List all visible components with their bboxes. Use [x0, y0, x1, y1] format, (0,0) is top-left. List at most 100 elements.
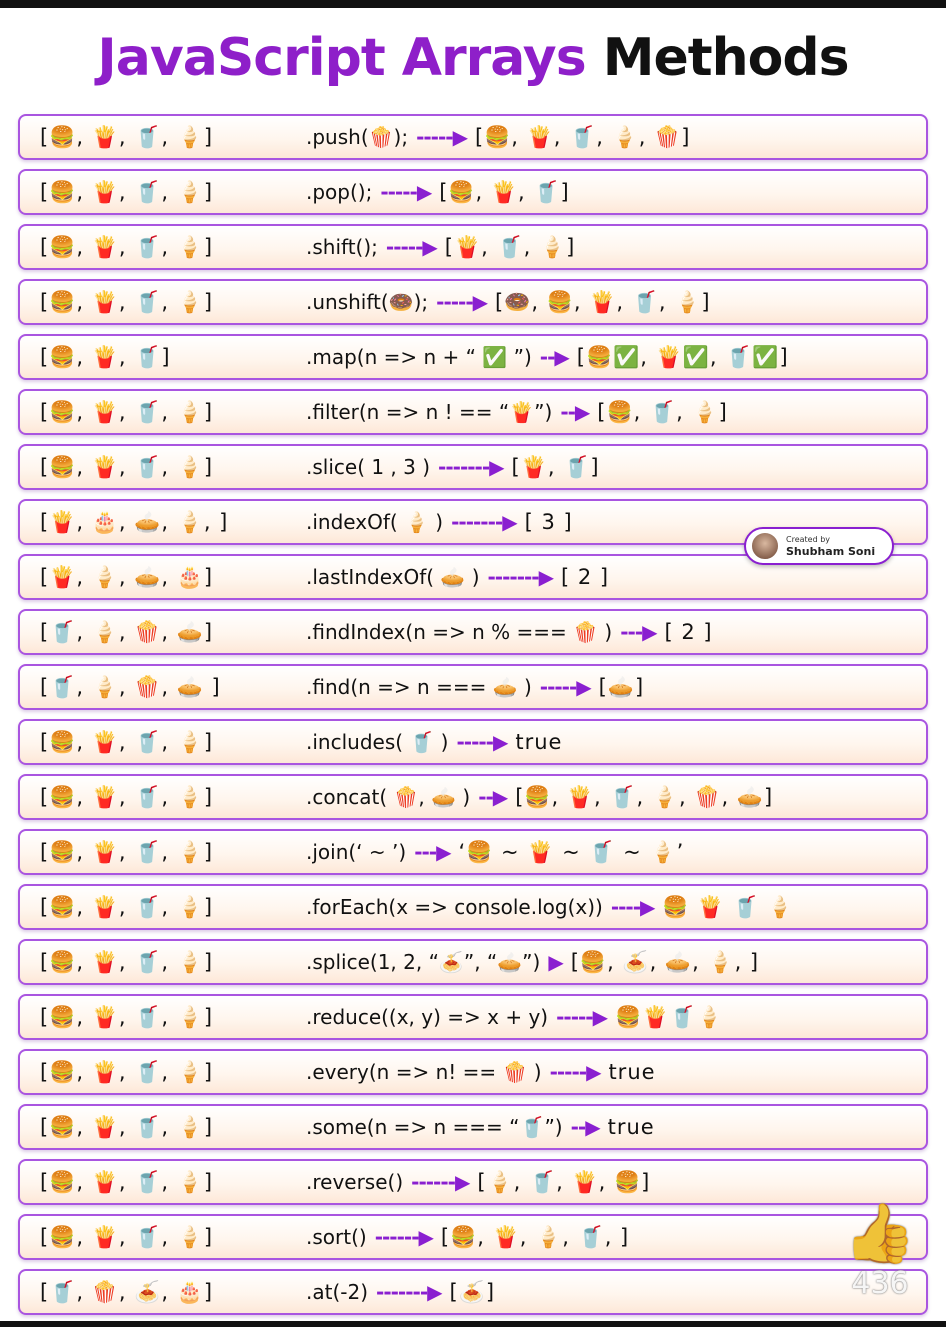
method-call: .reverse() — [306, 1169, 404, 1194]
input-array: [🍔, 🍟, 🥤, 🍦] — [40, 399, 214, 424]
input-array: [🍔, 🍟, 🥤, 🍦] — [40, 894, 214, 919]
input-array: [🥤, 🍿, 🍝, 🎂] — [40, 1279, 214, 1304]
output-result: true — [515, 730, 563, 754]
arrow-icon: ------▶ — [411, 1169, 470, 1194]
arrow-icon: ---▶ — [620, 620, 657, 644]
arrow-icon: -----▶ — [456, 730, 508, 754]
method-row: [🍔, 🍟, 🥤, 🍦] .reverse() ------▶ [🍦, 🥤, 🍟, 🍔… — [18, 1159, 928, 1205]
output-result: [🍔, 🍝, 🥧, 🍦, ] — [570, 949, 760, 974]
method-row: [🍔, 🍟, 🥤, 🍦] .filter(n => n ! == “🍟”) --▶ [… — [18, 389, 928, 435]
method-expression: .findIndex(n => n % === 🍿 ) ---▶ [ 2 ] — [306, 620, 713, 644]
method-expression: .sort() ------▶ [🍔, 🍟, 🍦, 🥤, ] — [306, 1225, 629, 1250]
output-result: [🍩, 🍔, 🍟, 🥤, 🍦] — [495, 289, 711, 314]
method-expression: .shift(); -----▶ [🍟, 🥤, 🍦] — [306, 235, 575, 260]
bottom-border — [0, 1321, 946, 1327]
input-array: [🍔, 🍟, 🥤, 🍦] — [40, 234, 214, 259]
method-row: [🍔, 🍟, 🥤, 🍦] .slice( 1 , 3 ) -------▶ [🍟, 🥤… — [18, 444, 928, 490]
arrow-icon: -----▶ — [436, 289, 488, 314]
arrow-icon: -----▶ — [556, 1004, 608, 1029]
method-row: [🍔, 🍟, 🥤, 🍦] .some(n => n === “🥤”) --▶ true — [18, 1104, 928, 1150]
arrow-icon: -------▶ — [487, 565, 554, 589]
input-array: [🍔, 🍟, 🥤, 🍦] — [40, 839, 214, 864]
output-result: [ 2 ] — [664, 620, 713, 644]
method-expression: .indexOf( 🍦 ) -------▶ [ 3 ] — [306, 510, 573, 534]
input-array: [🍔, 🍟, 🥤, 🍦] — [40, 949, 214, 974]
method-row: [🍔, 🍟, 🥤, 🍦] .shift(); -----▶ [🍟, 🥤, 🍦] — [18, 224, 928, 270]
method-row: [🍔, 🍟, 🥤, 🍦] .pop(); -----▶ [🍔, 🍟, 🥤] — [18, 169, 928, 215]
output-result: [🍟, 🥤] — [511, 454, 600, 479]
title-part-2: Methods — [602, 28, 850, 88]
arrow-icon: -------▶ — [376, 1279, 442, 1304]
method-expression: .includes( 🥤 ) -----▶ true — [306, 730, 562, 754]
method-call: .includes( 🥤 ) — [306, 730, 449, 754]
method-row: [🥤, 🍦, 🍿, 🥧 ] .find(n => n === 🥧 ) -----▶[… — [18, 664, 928, 710]
method-row: [🍔, 🍟, 🥤, 🍦] .includes( 🥤 ) -----▶ true — [18, 719, 928, 765]
method-expression: .lastIndexOf( 🥧 ) -------▶ [ 2 ] — [306, 565, 609, 589]
output-result: ‘🍔 ~ 🍟 ~ 🥤 ~ 🍦’ — [458, 839, 685, 864]
arrow-icon: --▶ — [570, 1115, 601, 1139]
method-call: .join(‘ ~ ’) — [306, 839, 407, 864]
input-array: [🍔, 🍟, 🥤, 🍦] — [40, 1224, 214, 1249]
method-expression: .unshift(🍩); -----▶ [🍩, 🍔, 🍟, 🥤, 🍦] — [306, 290, 711, 315]
method-expression: .push(🍿); -----▶ [🍔, 🍟, 🥤, 🍦, 🍿] — [306, 125, 691, 150]
method-call: .some(n => n === “🥤”) — [306, 1115, 563, 1139]
arrow-icon: -----▶ — [539, 674, 592, 699]
output-result: [🍔, 🍟, 🥤] — [439, 179, 570, 204]
arrow-icon: -------▶ — [451, 510, 517, 534]
arrow-icon: --▶ — [560, 399, 590, 424]
input-array: [🥤, 🍦, 🍿, 🥧] — [40, 619, 214, 644]
method-expression: .some(n => n === “🥤”) --▶ true — [306, 1115, 655, 1139]
method-call: .pop(); — [306, 179, 373, 204]
method-row: [🍔, 🍟, 🥤, 🍦] .join(‘ ~ ’) ---▶ ‘🍔 ~ 🍟 ~ 🥤 ~… — [18, 829, 928, 875]
method-call: .at(-2) — [306, 1279, 369, 1304]
input-array: [🍔, 🍟, 🥤, 🍦] — [40, 289, 214, 314]
method-row: [🍔, 🍟, 🥤, 🍦] .reduce((x, y) => x + y) ----… — [18, 994, 928, 1040]
output-result: [🍝] — [449, 1279, 496, 1304]
output-result: 🍔 🍟 🥤 🍦 — [662, 894, 795, 919]
creator-badge: Created by Shubham Soni — [744, 527, 894, 565]
method-call: .forEach(x => console.log(x)) — [306, 894, 603, 919]
input-array: [🍔, 🍟, 🥤, 🍦] — [40, 784, 214, 809]
arrow-icon: --▶ — [539, 344, 570, 369]
output-result: [ 2 ] — [561, 565, 610, 589]
method-row: [🥤, 🍿, 🍝, 🎂] .at(-2) -------▶ [🍝] — [18, 1269, 928, 1315]
arrow-icon: -----▶ — [549, 1060, 602, 1084]
arrow-icon: ---▶ — [414, 839, 451, 864]
method-row: [🥤, 🍦, 🍿, 🥧] .findIndex(n => n % === 🍿 ) -… — [18, 609, 928, 655]
method-expression: .slice( 1 , 3 ) -------▶ [🍟, 🥤] — [306, 455, 600, 480]
output-result: [🍔, 🍟, 🥤, 🍦, 🍿, 🥧] — [515, 784, 774, 809]
method-expression: .at(-2) -------▶ [🍝] — [306, 1280, 495, 1305]
method-expression: .map(n => n + “ ✅ ”) --▶ [🍔✅, 🍟✅, 🥤✅] — [306, 345, 789, 370]
method-row: [🍔, 🍟, 🥤, 🍦] .sort() ------▶ [🍔, 🍟, 🍦, 🥤, ] — [18, 1214, 928, 1260]
output-result: [ 3 ] — [524, 510, 573, 534]
title-part-1: JavaScript Arrays — [97, 28, 586, 88]
method-expression: .reduce((x, y) => x + y) -----▶ 🍔🍟🥤🍦 — [306, 1005, 724, 1030]
method-call: .concat( 🍿, 🥧 ) — [306, 784, 471, 809]
method-expression: .join(‘ ~ ’) ---▶ ‘🍔 ~ 🍟 ~ 🥤 ~ 🍦’ — [306, 840, 684, 865]
method-call: .push(🍿); — [306, 124, 409, 149]
method-list: [🍔, 🍟, 🥤, 🍦] .push(🍿); -----▶ [🍔, 🍟, 🥤, 🍦, … — [18, 114, 928, 1324]
method-call: .splice(1, 2, “🍝”, “🥧”) — [306, 949, 541, 974]
output-result: [🍔, 🍟, 🍦, 🥤, ] — [440, 1224, 630, 1249]
output-result: [🍔, 🍟, 🥤, 🍦, 🍿] — [474, 124, 691, 149]
input-array: [🍔, 🍟, 🥤] — [40, 344, 171, 369]
method-expression: .forEach(x => console.log(x)) ----▶ 🍔 🍟 🥤 … — [306, 895, 794, 920]
arrow-icon: ▶ — [548, 949, 563, 974]
output-result: true — [607, 1115, 655, 1139]
arrow-icon: -------▶ — [438, 454, 504, 479]
like-button[interactable]: 👍 436 — [840, 1200, 920, 1310]
method-expression: .filter(n => n ! == “🍟”) --▶ [🍔, 🥤, 🍦] — [306, 400, 728, 425]
input-array: [🍔, 🍟, 🥤, 🍦] — [40, 179, 214, 204]
page-title: JavaScript Arrays Methods — [0, 28, 946, 88]
method-call: .lastIndexOf( 🥧 ) — [306, 565, 480, 589]
method-row: [🍔, 🍟, 🥤, 🍦] .push(🍿); -----▶ [🍔, 🍟, 🥤, 🍦, … — [18, 114, 928, 160]
input-array: [🍟, 🍦, 🥧, 🎂] — [40, 564, 214, 589]
method-call: .shift(); — [306, 234, 378, 259]
input-array: [🍔, 🍟, 🥤, 🍦] — [40, 1059, 214, 1084]
method-row: [🍔, 🍟, 🥤] .map(n => n + “ ✅ ”) --▶ [🍔✅, 🍟✅,… — [18, 334, 928, 380]
method-expression: .reverse() ------▶ [🍦, 🥤, 🍟, 🍔] — [306, 1170, 650, 1195]
method-expression: .splice(1, 2, “🍝”, “🥧”) ▶ [🍔, 🍝, 🥧, 🍦, ] — [306, 950, 759, 975]
arrow-icon: ----▶ — [610, 894, 656, 919]
arrow-icon: -----▶ — [380, 179, 432, 204]
badge-name: Shubham Soni — [786, 545, 876, 558]
